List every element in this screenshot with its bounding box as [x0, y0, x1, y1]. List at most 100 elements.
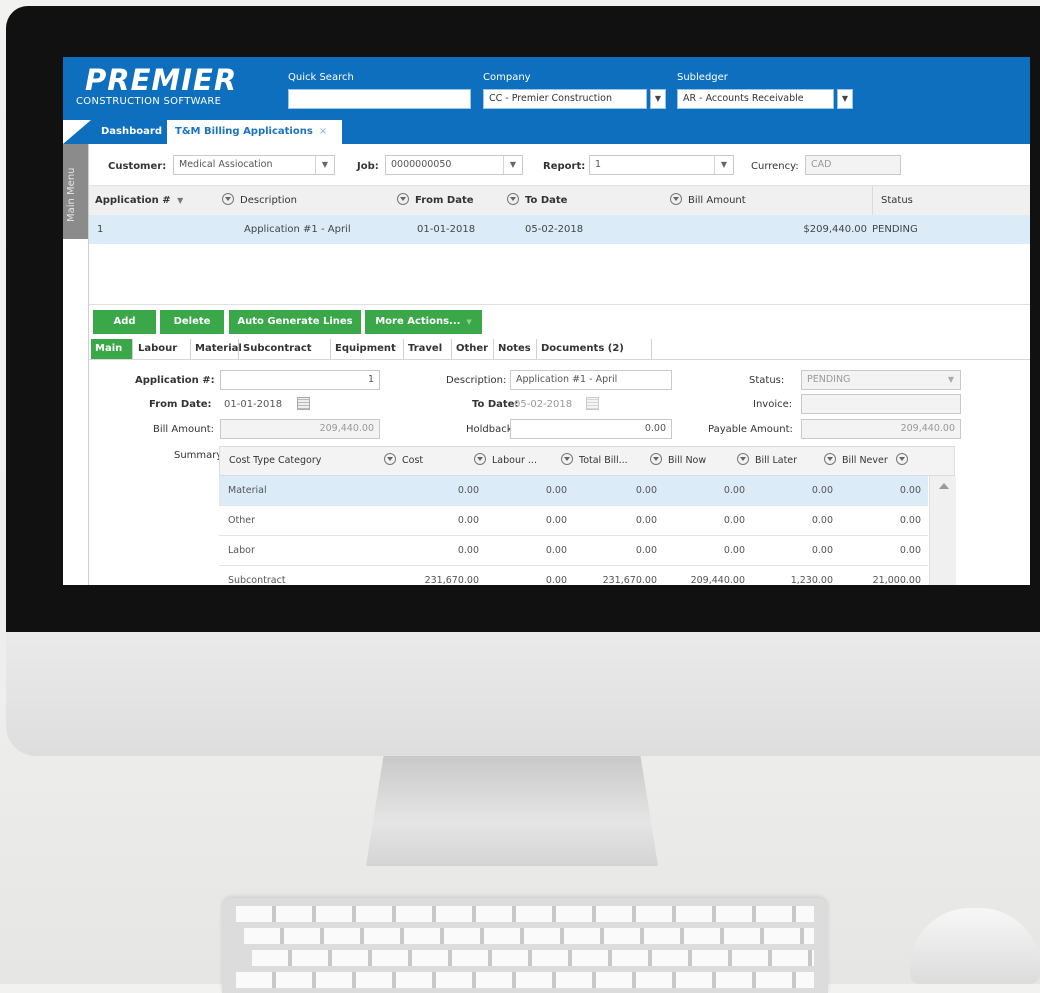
calendar-icon[interactable]: [297, 397, 310, 410]
cell-bill-never: 0.00: [899, 485, 921, 496]
cell-bill-later: 0.00: [811, 545, 833, 556]
col-bill-amount[interactable]: Bill Amount: [664, 186, 872, 216]
table-row[interactable]: Labor 0.00 0.00 0.00 0.00 0.00 0.00: [219, 536, 928, 566]
mouse: [910, 908, 1040, 984]
quick-search-input[interactable]: [288, 89, 471, 109]
tab-tm-billing-applications[interactable]: T&M Billing Applications ×: [167, 120, 342, 144]
logo-subtitle: CONSTRUCTION SOFTWARE: [76, 96, 222, 107]
tab-documents[interactable]: Documents (2): [537, 339, 652, 359]
chevron-down-icon[interactable]: ▼: [503, 156, 522, 174]
cell-labour: 0.00: [545, 485, 567, 496]
more-actions-button[interactable]: More Actions... ▼: [365, 310, 482, 334]
filter-icon[interactable]: [507, 193, 519, 205]
report-select[interactable]: 1 ▼: [589, 155, 734, 175]
filter-icon[interactable]: [824, 453, 836, 465]
cell-bill-never: 0.00: [899, 515, 921, 526]
table-row[interactable]: Subcontract 231,670.00 0.00 231,670.00 2…: [219, 566, 928, 585]
col-application[interactable]: Application # ▼: [89, 186, 234, 216]
status-label: Status:: [749, 375, 785, 386]
col-label: To Date: [525, 195, 568, 206]
filter-icon[interactable]: [474, 453, 486, 465]
divider: [89, 304, 1030, 305]
col-filter[interactable]: Bill Now: [650, 447, 706, 475]
description-field[interactable]: Application #1 - April: [510, 370, 672, 390]
delete-button[interactable]: Delete: [160, 310, 224, 334]
table-row[interactable]: 1 Application #1 - April 01-01-2018 05-0…: [89, 215, 1030, 244]
tab-subcontract[interactable]: Subcontract: [239, 339, 331, 359]
tab-equipment[interactable]: Equipment: [331, 339, 404, 359]
cell-labour: 0.00: [545, 545, 567, 556]
col-to-date[interactable]: To Date: [501, 186, 664, 216]
filter-icon[interactable]: [737, 453, 749, 465]
chevron-down-icon[interactable]: ▼: [714, 156, 733, 174]
cell-application: 1: [97, 224, 104, 235]
bill-amount-field: 209,440.00: [220, 419, 380, 439]
from-date-field[interactable]: 01-01-2018: [224, 399, 282, 410]
auto-generate-lines-button[interactable]: Auto Generate Lines: [229, 310, 361, 334]
col-filter[interactable]: Bill Later: [737, 447, 797, 475]
application-label: Application #:: [135, 375, 215, 386]
cell-cost: 0.00: [457, 485, 479, 496]
main-menu-toggle[interactable]: Main Menu: [63, 144, 88, 239]
col-status[interactable]: Status: [872, 186, 1030, 216]
col-label: Bill Now: [668, 455, 707, 466]
keyboard: [222, 898, 828, 993]
col-from-date[interactable]: From Date: [391, 186, 501, 216]
tab-notes[interactable]: Notes: [494, 339, 537, 359]
scroll-up-icon[interactable]: [939, 483, 949, 489]
chevron-down-icon[interactable]: ▼: [315, 156, 334, 174]
table-row[interactable]: Material 0.00 0.00 0.00 0.00 0.00 0.00: [219, 476, 928, 506]
tab-main[interactable]: Main: [91, 339, 133, 359]
add-button[interactable]: Add: [93, 310, 156, 334]
col-description[interactable]: Description: [216, 186, 391, 216]
col-cost-type-category[interactable]: Cost Type Category: [229, 447, 321, 475]
tab-travel[interactable]: Travel: [404, 339, 452, 359]
subledger-dropdown-icon[interactable]: ▼: [837, 89, 853, 109]
filter-icon[interactable]: [397, 193, 409, 205]
table-row[interactable]: Other 0.00 0.00 0.00 0.00 0.00 0.00: [219, 506, 928, 536]
customer-select[interactable]: Medical Assiocation ▼: [173, 155, 335, 175]
tab-other[interactable]: Other: [452, 339, 494, 359]
calendar-icon: [586, 397, 599, 410]
tab-dashboard[interactable]: Dashboard: [93, 120, 170, 144]
filter-icon[interactable]: [222, 193, 234, 205]
chevron-down-icon: ▼: [947, 375, 955, 384]
close-icon[interactable]: ×: [319, 126, 327, 137]
filter-icon[interactable]: [650, 453, 662, 465]
subledger-select[interactable]: AR - Accounts Receivable: [677, 89, 834, 109]
filter-icon[interactable]: [384, 453, 396, 465]
holdback-label: Holdback:: [466, 424, 516, 435]
filter-icon[interactable]: [561, 453, 573, 465]
col-label: Application #: [95, 195, 171, 206]
application-number-field[interactable]: 1: [220, 370, 380, 390]
job-select[interactable]: 0000000050 ▼: [385, 155, 523, 175]
col-filter[interactable]: Total Bill...: [561, 447, 628, 475]
col-label: Total Bill...: [579, 455, 628, 466]
customer-value: Medical Assiocation: [179, 159, 273, 170]
cell-bill-never: 21,000.00: [872, 575, 921, 585]
cell-category: Other: [228, 515, 255, 526]
tab-labour[interactable]: Labour: [134, 339, 191, 359]
keyboard-row: [252, 950, 814, 966]
tab-material[interactable]: Material: [191, 339, 242, 359]
col-filter[interactable]: Cost: [384, 447, 423, 475]
cell-total-bill: 0.00: [635, 485, 657, 496]
company-select[interactable]: CC - Premier Construction: [483, 89, 647, 109]
summary-scrollbar[interactable]: [929, 476, 956, 585]
cell-bill-later: 1,230.00: [790, 575, 833, 585]
company-dropdown-icon[interactable]: ▼: [650, 89, 666, 109]
col-filter[interactable]: Labour ...: [474, 447, 537, 475]
col-filter[interactable]: Bill Never: [824, 447, 914, 475]
payable-amount-field: 209,440.00: [801, 419, 961, 439]
holdback-field[interactable]: 0.00: [510, 419, 672, 439]
keyboard-row: [244, 928, 814, 944]
filter-icon[interactable]: [895, 453, 908, 465]
quick-search-label: Quick Search: [288, 72, 354, 83]
col-label: Status: [881, 195, 913, 206]
filter-icon[interactable]: [670, 193, 682, 205]
report-label: Report:: [543, 161, 586, 172]
sort-desc-icon[interactable]: ▼: [177, 196, 183, 205]
cell-description: Application #1 - April: [244, 224, 351, 235]
cell-labour: 0.00: [545, 575, 567, 585]
main-menu-label: Main Menu: [66, 167, 77, 222]
